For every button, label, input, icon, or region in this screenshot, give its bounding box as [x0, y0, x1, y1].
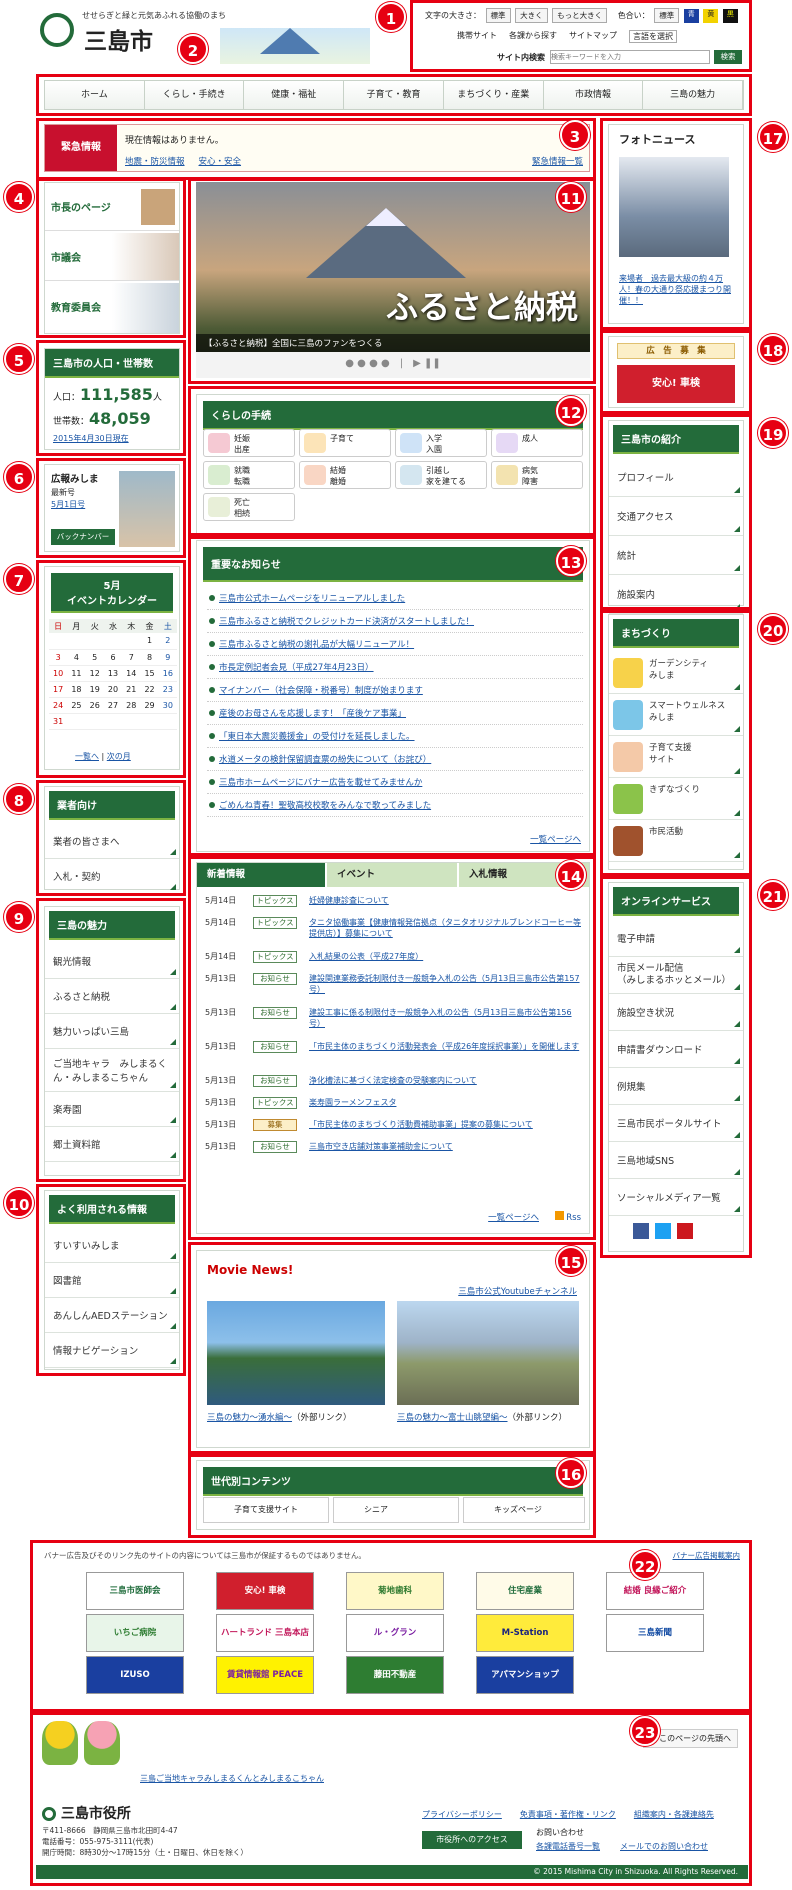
outline-19 [600, 414, 752, 610]
marker-8: 8 [4, 784, 34, 814]
marker-10: 10 [4, 1188, 34, 1218]
outline-6 [36, 458, 186, 558]
mountain-icon [260, 28, 320, 54]
marker-21: 21 [758, 880, 788, 910]
outline-18 [600, 330, 752, 414]
outline-12 [188, 386, 596, 536]
city-emblem-icon [40, 13, 74, 47]
marker-4: 4 [4, 182, 34, 212]
marker-14: 14 [556, 860, 586, 890]
outline-13 [188, 536, 596, 856]
outline-11 [188, 178, 596, 384]
outline-10 [36, 1184, 186, 1376]
outline-4 [36, 178, 186, 338]
marker-11: 11 [556, 182, 586, 212]
outline-14 [188, 856, 596, 1240]
outline-8 [36, 780, 186, 896]
marker-20: 20 [758, 614, 788, 644]
marker-15: 15 [556, 1246, 586, 1276]
marker-19: 19 [758, 418, 788, 448]
outline-5 [36, 340, 186, 456]
marker-18: 18 [758, 334, 788, 364]
marker-12: 12 [556, 396, 586, 426]
marker-16: 16 [556, 1458, 586, 1488]
outline-20 [600, 610, 752, 876]
marker-3: 3 [560, 120, 590, 150]
fuji-illustration [220, 28, 370, 64]
outline-16 [188, 1454, 596, 1538]
outline-7 [36, 560, 186, 778]
outline-17 [600, 118, 752, 330]
site-logo-area[interactable]: せせらぎと緑と元気あふれる協働のまち 三島市 [40, 8, 410, 70]
outline-21 [600, 876, 752, 1258]
site-name: 三島市 [84, 29, 153, 55]
tagline: せせらぎと緑と元気あふれる協働のまち [82, 11, 226, 20]
marker-13: 13 [556, 546, 586, 576]
marker-1: 1 [376, 2, 406, 32]
marker-23: 23 [630, 1716, 660, 1746]
marker-7: 7 [4, 564, 34, 594]
outline-3 [36, 118, 596, 180]
outline-1 [410, 0, 752, 72]
marker-5: 5 [4, 344, 34, 374]
marker-9: 9 [4, 902, 34, 932]
marker-22: 22 [630, 1550, 660, 1580]
marker-17: 17 [758, 122, 788, 152]
marker-2: 2 [178, 34, 208, 64]
outline-9 [36, 898, 186, 1182]
outline-15 [188, 1242, 596, 1454]
marker-6: 6 [4, 462, 34, 492]
outline-nav [36, 74, 752, 116]
